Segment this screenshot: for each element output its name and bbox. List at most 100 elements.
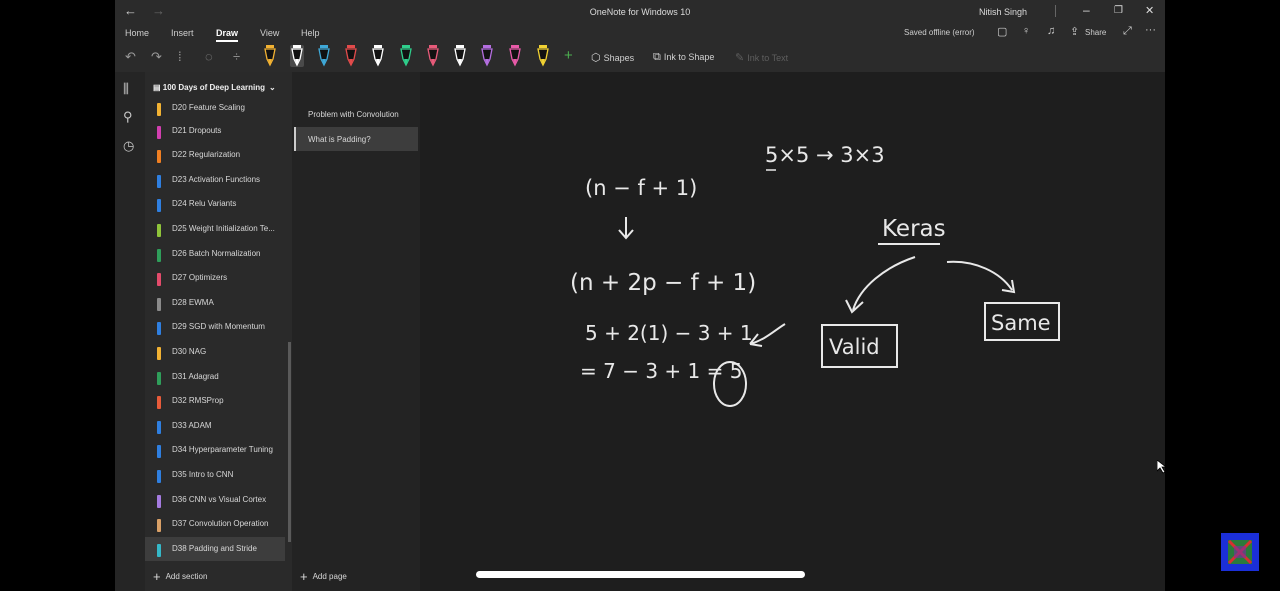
type-selection-icon[interactable]: ⁞ [178, 49, 182, 64]
bell-icon[interactable]: ♫ [1047, 25, 1055, 37]
title-bar: ← → OneNote for Windows 10 Nitish Singh … [115, 0, 1165, 24]
section-item[interactable]: D33 ADAM [145, 414, 285, 438]
ink-to-text-button[interactable]: ✎ Ink to Text [735, 51, 788, 64]
close-button[interactable]: ✕ [1145, 4, 1154, 17]
pen-7[interactable] [426, 45, 440, 67]
pen-6[interactable] [399, 45, 413, 67]
pen-4[interactable] [344, 45, 358, 67]
section-item[interactable]: D25 Weight Initialization Te... [145, 217, 285, 241]
section-item[interactable]: D30 NAG [145, 340, 285, 364]
check-arrow-icon [749, 323, 786, 347]
section-item[interactable]: D27 Optimizers [145, 266, 285, 290]
shapes-button[interactable]: ⬡ Shapes [591, 51, 634, 64]
pages-panel: Problem with Convolution What is Padding?… [292, 72, 420, 591]
sections-panel: ▤ 100 Days of Deep Learning ⌄ D20 Feature… [145, 72, 292, 591]
section-color-tab [157, 199, 161, 213]
section-item[interactable]: D21 Dropouts [145, 119, 285, 143]
home-indicator[interactable] [476, 571, 805, 578]
ink-keras: Keras [882, 216, 946, 242]
shapes-icon: ⬡ [591, 52, 601, 64]
section-label: D36 CNN vs Visual Cortex [172, 494, 267, 504]
section-label: D25 Weight Initialization Te... [172, 224, 275, 233]
ink-to-shape-button[interactable]: ⧉ Ink to Shape [653, 51, 714, 64]
user-name[interactable]: Nitish Singh [979, 7, 1027, 17]
pen-5[interactable] [371, 45, 385, 67]
notifications-icon[interactable]: ▢ [997, 25, 1007, 38]
section-item[interactable]: D35 Intro to CNN [145, 463, 285, 487]
notebook-header[interactable]: ▤ 100 Days of Deep Learning ⌄ [153, 83, 276, 92]
arrow-right-curve-icon [946, 260, 1016, 294]
section-color-tab [157, 248, 161, 262]
redo-icon[interactable]: ↷ [151, 49, 162, 65]
section-item[interactable]: D36 CNN vs Visual Cortex [145, 488, 285, 512]
section-item[interactable]: D32 RMSProp [145, 389, 285, 413]
pen-3[interactable] [317, 45, 331, 67]
section-label: D34 Hyperparameter Tuning [172, 445, 273, 455]
section-label: D30 NAG [172, 347, 207, 356]
share-button[interactable]: Share [1085, 28, 1106, 37]
section-item[interactable]: D28 EWMA [145, 291, 285, 315]
section-label: D27 Optimizers [172, 273, 228, 283]
notebooks-icon[interactable]: ⫼ [123, 81, 129, 97]
add-page-button[interactable]: + Add page [300, 569, 347, 584]
tab-help[interactable]: Help [301, 28, 320, 38]
section-item[interactable]: D22 Regularization [145, 143, 285, 167]
add-section-label: Add section [165, 572, 208, 581]
recent-icon[interactable]: ◷ [123, 138, 134, 154]
page-canvas[interactable]: 5×5 → 3×3 (n − f + 1) (n + 2p − f + 1) 5… [420, 72, 1165, 591]
sync-status[interactable]: Saved offline (error) [904, 28, 975, 37]
pen-11[interactable] [536, 45, 550, 67]
pen-1[interactable] [263, 45, 277, 67]
section-label: D29 SGD with Momentum [172, 322, 265, 332]
tab-draw[interactable]: Draw [216, 28, 239, 42]
sections-scrollbar[interactable] [288, 342, 291, 542]
section-color-tab [157, 150, 161, 164]
section-color-tab [157, 470, 161, 483]
title-divider [1055, 5, 1056, 17]
more-options-button[interactable]: ··· [1145, 24, 1156, 36]
section-label: D20 Feature Scaling [172, 103, 245, 112]
section-label: D31 Adagrad [172, 371, 219, 381]
pen-8[interactable] [453, 45, 467, 67]
section-item[interactable]: D29 SGD with Momentum [145, 315, 285, 339]
section-color-tab [157, 273, 161, 287]
undo-icon[interactable]: ↶ [125, 49, 136, 65]
section-color-tab [157, 371, 161, 385]
section-item[interactable]: D26 Batch Normalization [145, 242, 285, 266]
add-space-icon[interactable]: ÷ [233, 49, 240, 64]
section-item[interactable]: D38 Padding and Stride [145, 536, 285, 561]
search-icon[interactable]: ⚲ [123, 109, 133, 125]
maximize-button[interactable]: ❐ [1114, 5, 1123, 16]
pen-10[interactable] [508, 45, 522, 67]
share-icon[interactable]: ⇪ [1070, 25, 1079, 38]
section-item[interactable]: D23 Activation Functions [145, 168, 285, 192]
mouse-cursor-icon [1157, 460, 1165, 474]
section-item[interactable]: D37 Convolution Operation [145, 512, 285, 536]
ink-to-text-label: Ink to Text [747, 53, 789, 63]
section-color-tab [157, 322, 161, 336]
section-item[interactable]: D20 Feature Scaling [145, 96, 285, 120]
draw-toolbar: ↶ ↷ ⁞ ◌ ÷ + ⬡ Shapes ⧉ Ink to Shape ✎ Ink t… [115, 42, 1165, 72]
lightbulb-icon[interactable]: ♀ [1022, 25, 1030, 37]
tab-view[interactable]: View [260, 28, 279, 38]
tab-insert[interactable]: Insert [171, 28, 194, 38]
ink-to-shape-label: Ink to Shape [663, 52, 715, 62]
minimize-button[interactable]: – [1083, 3, 1090, 17]
page-item[interactable]: What is Padding? [294, 127, 418, 151]
ink-valid: Valid [829, 335, 880, 359]
tab-home[interactable]: Home [125, 28, 149, 38]
add-pen-icon[interactable]: + [564, 47, 573, 64]
page-item[interactable]: Problem with Convolution [294, 102, 418, 126]
pen-9[interactable] [480, 45, 494, 67]
section-label: D38 Padding and Stride [172, 543, 257, 553]
section-item[interactable]: D34 Hyperparameter Tuning [145, 438, 285, 462]
section-item[interactable]: D24 Relu Variants [145, 192, 285, 216]
section-color-tab [157, 519, 161, 533]
lasso-select-icon[interactable]: ◌ [205, 49, 213, 64]
section-label: D21 Dropouts [172, 125, 222, 135]
section-item[interactable]: D31 Adagrad [145, 365, 285, 389]
add-section-button[interactable]: + Add section [153, 569, 207, 584]
pen-2[interactable] [290, 45, 304, 67]
arrow-left-curve-icon [845, 256, 916, 314]
expand-icon[interactable]: ⤢ [1123, 25, 1132, 38]
